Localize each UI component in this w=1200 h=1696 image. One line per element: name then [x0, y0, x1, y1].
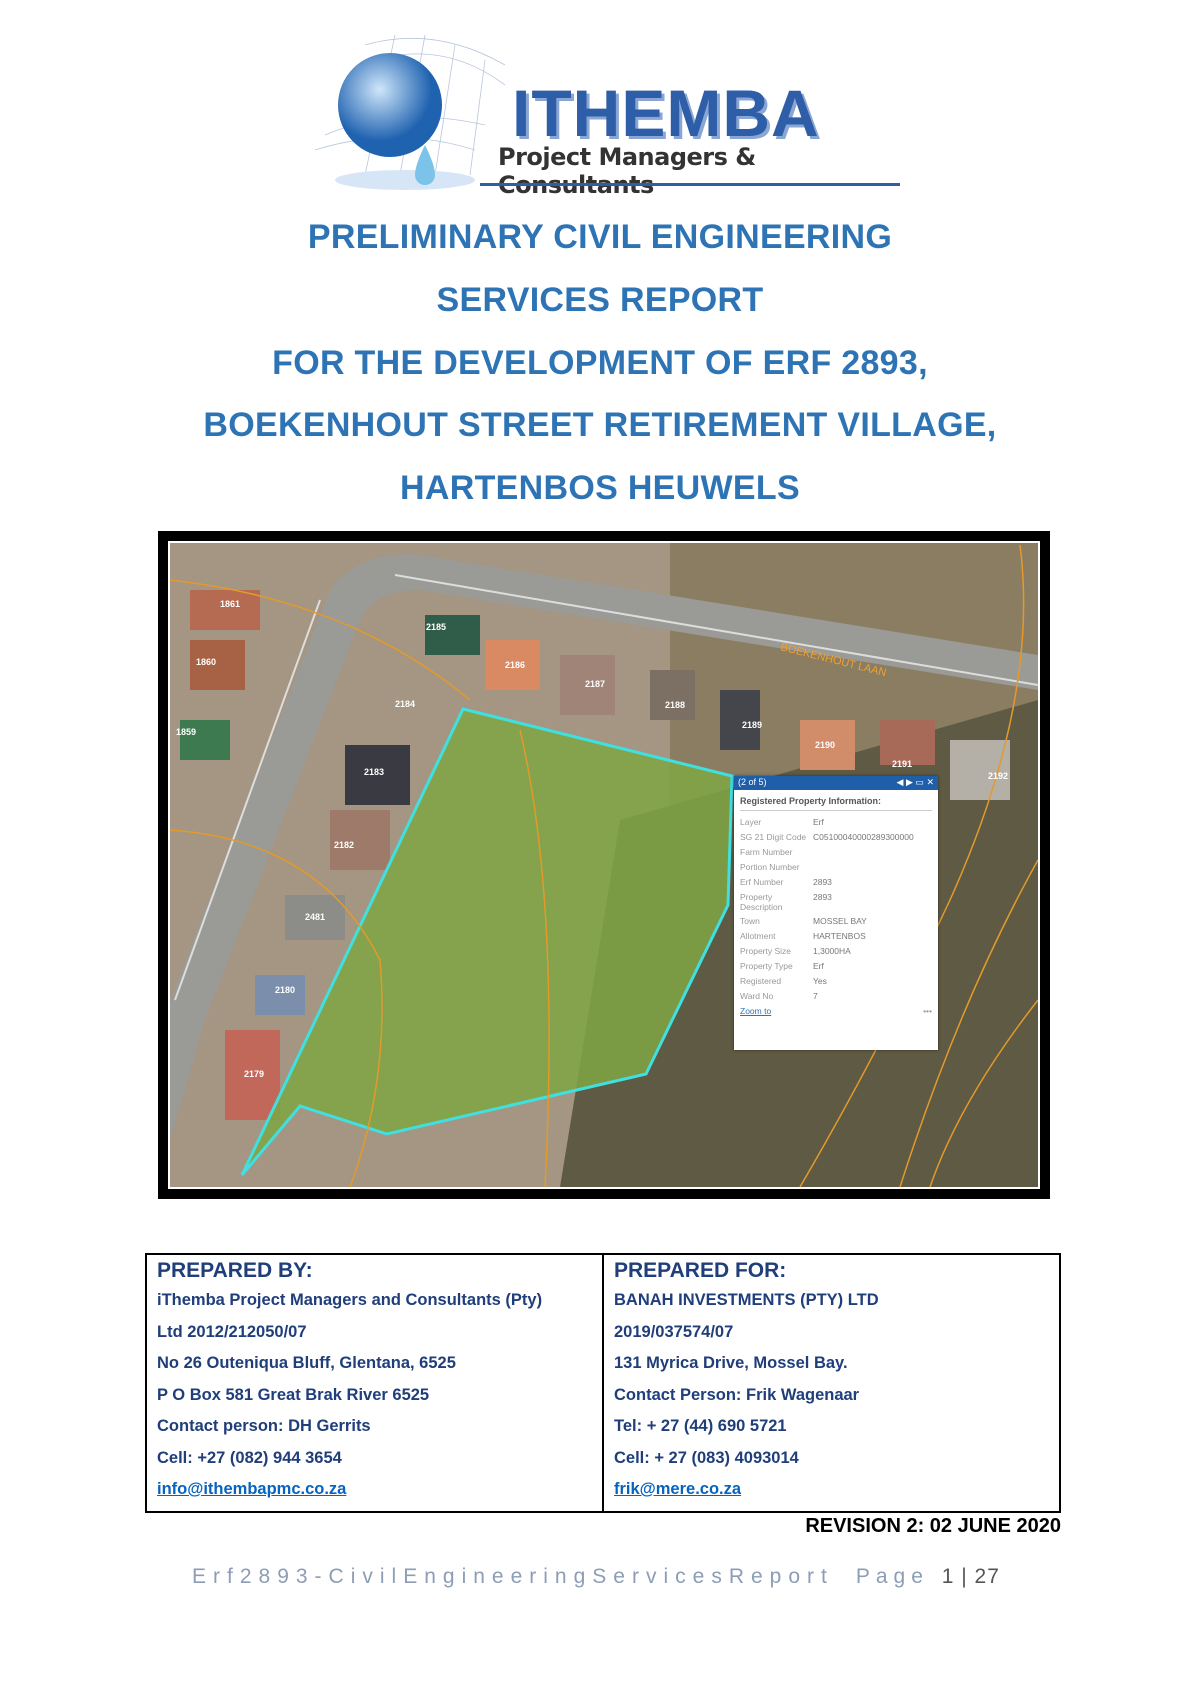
- erf-label: 2180: [275, 985, 295, 995]
- prepared-by-cell: PREPARED BY: iThemba Project Managers an…: [157, 1259, 543, 1498]
- title-line-5: HARTENBOS HEUWELS: [400, 469, 800, 507]
- zoom-to-link[interactable]: Zoom to: [740, 1006, 771, 1016]
- globe-icon: [314, 34, 505, 190]
- erf-label: 2186: [505, 660, 525, 670]
- title-line-4: BOEKENHOUT STREET RETIREMENT VILLAGE,: [203, 406, 997, 444]
- title-line-2: SERVICES REPORT: [436, 281, 764, 319]
- popup-header: (2 of 5) ◀ ▶ ▭ ✕: [734, 776, 938, 790]
- page-footer: Erf2893-CivilEngineeringServicesReport Pa…: [192, 1565, 1000, 1589]
- erf-label: 2191: [892, 759, 912, 769]
- maximize-icon[interactable]: ▭: [915, 777, 924, 787]
- erf-label: 2189: [742, 720, 762, 730]
- prepared-for-cell: PREPARED FOR: BANAH INVESTMENTS (PTY) LT…: [602, 1255, 1059, 1511]
- erf-label: 1861: [220, 599, 240, 609]
- footer-doc-name: Erf2893-CivilEngineeringServicesReport: [192, 1565, 834, 1588]
- erf-label: 1859: [176, 727, 196, 737]
- prepared-info-table: PREPARED BY: iThemba Project Managers an…: [145, 1253, 1061, 1513]
- erf-label: 2192: [988, 771, 1008, 781]
- erf-label: 2190: [815, 740, 835, 750]
- erf-label: 2179: [244, 1069, 264, 1079]
- erf-label: 2481: [305, 912, 325, 922]
- previous-icon[interactable]: ◀: [897, 777, 904, 787]
- company-logo: ITHEMBA Project Managers & Consultants: [305, 25, 910, 199]
- erf-label: 1860: [196, 657, 216, 667]
- prepared-for-email-link[interactable]: frik@mere.co.za: [614, 1480, 741, 1498]
- erf-label: 2185: [426, 622, 446, 632]
- more-icon[interactable]: •••: [923, 1006, 932, 1016]
- erf-label: 2183: [364, 767, 384, 777]
- erf-label: 2182: [334, 840, 354, 850]
- title-line-3: FOR THE DEVELOPMENT OF ERF 2893,: [272, 344, 928, 382]
- logo-rule: [480, 183, 900, 186]
- erf-label: 2188: [665, 700, 685, 710]
- revision-label: REVISION 2: 02 JUNE 2020: [805, 1515, 1061, 1537]
- next-icon[interactable]: ▶: [906, 777, 913, 787]
- erf-label: 2184: [395, 699, 415, 709]
- footer-page-number: 1 | 27: [941, 1565, 1000, 1588]
- erf-label: 2187: [585, 679, 605, 689]
- property-info-popup: (2 of 5) ◀ ▶ ▭ ✕ Registered Property Inf…: [734, 776, 938, 1050]
- footer-page-label: Page: [855, 1565, 929, 1588]
- prepared-by-email-link[interactable]: info@ithembapmc.co.za: [157, 1480, 346, 1498]
- close-icon[interactable]: ✕: [926, 777, 934, 787]
- title-line-1: PRELIMINARY CIVIL ENGINEERING: [307, 218, 893, 256]
